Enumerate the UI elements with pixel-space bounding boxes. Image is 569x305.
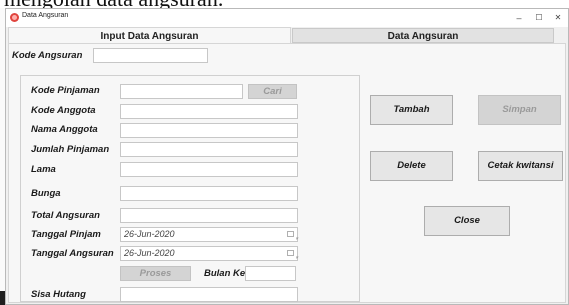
proses-button[interactable]: Proses — [120, 266, 191, 281]
jumlah-pinjaman-label: Jumlah Pinjaman — [31, 144, 110, 155]
total-angsuran-input[interactable] — [120, 208, 298, 223]
nama-anggota-label: Nama Anggota — [31, 124, 98, 135]
loan-details-group: Kode Pinjaman Cari Kode Anggota Nama Ang… — [20, 75, 360, 302]
kode-pinjaman-label: Kode Pinjaman — [31, 85, 100, 96]
sisa-hutang-label: Sisa Hutang — [31, 289, 86, 300]
app-icon — [10, 13, 19, 22]
tab-input-data-angsuran[interactable]: Input Data Angsuran — [8, 27, 291, 44]
kode-anggota-label: Kode Anggota — [31, 105, 96, 116]
tanggal-angsuran-label: Tanggal Angsuran — [31, 248, 114, 259]
calendar-icon[interactable]: ▾ — [287, 231, 298, 242]
total-angsuran-label: Total Angsuran — [31, 210, 100, 221]
close-button[interactable]: Close — [424, 206, 510, 236]
jumlah-pinjaman-input[interactable] — [120, 142, 298, 157]
lama-input[interactable] — [120, 162, 298, 177]
calendar-icon[interactable]: ▾ — [287, 250, 298, 261]
kode-pinjaman-input[interactable] — [120, 84, 243, 99]
input-panel: Kode Angsuran Kode Pinjaman Cari Kode An… — [8, 43, 566, 303]
bunga-input[interactable] — [120, 186, 298, 201]
tanggal-pinjam-label: Tanggal Pinjam — [31, 229, 101, 240]
tanggal-pinjam-datepicker[interactable]: 26-Jun-2020 ▾ — [120, 227, 298, 242]
kode-angsuran-input[interactable] — [93, 48, 208, 63]
simpan-button[interactable]: Simpan — [478, 95, 561, 125]
tanggal-angsuran-value: 26-Jun-2020 — [124, 248, 175, 258]
kode-angsuran-label: Kode Angsuran — [12, 50, 83, 61]
minimize-button[interactable]: – — [510, 11, 528, 25]
cetak-kwitansi-button[interactable]: Cetak kwitansi — [478, 151, 563, 181]
app-window: Data Angsuran – ☐ ✕ Input Data Angsuran … — [5, 8, 569, 305]
tanggal-angsuran-datepicker[interactable]: 26-Jun-2020 ▾ — [120, 246, 298, 261]
close-window-button[interactable]: ✕ — [549, 11, 567, 25]
kode-anggota-input[interactable] — [120, 104, 298, 119]
nama-anggota-input[interactable] — [120, 123, 298, 138]
bunga-label: Bunga — [31, 188, 61, 199]
tambah-button[interactable]: Tambah — [370, 95, 453, 125]
title-bar: Data Angsuran – ☐ ✕ — [6, 9, 568, 27]
delete-button[interactable]: Delete — [370, 151, 453, 181]
bulan-ke-input[interactable] — [245, 266, 296, 281]
sisa-hutang-input[interactable] — [120, 287, 298, 302]
bulan-ke-label: Bulan Ke — [204, 268, 246, 279]
maximize-button[interactable]: ☐ — [530, 11, 548, 25]
window-title: Data Angsuran — [22, 12, 69, 19]
lama-label: Lama — [31, 164, 56, 175]
tab-data-angsuran[interactable]: Data Angsuran — [292, 28, 554, 43]
cari-button[interactable]: Cari — [248, 84, 297, 99]
tanggal-pinjam-value: 26-Jun-2020 — [124, 229, 175, 239]
